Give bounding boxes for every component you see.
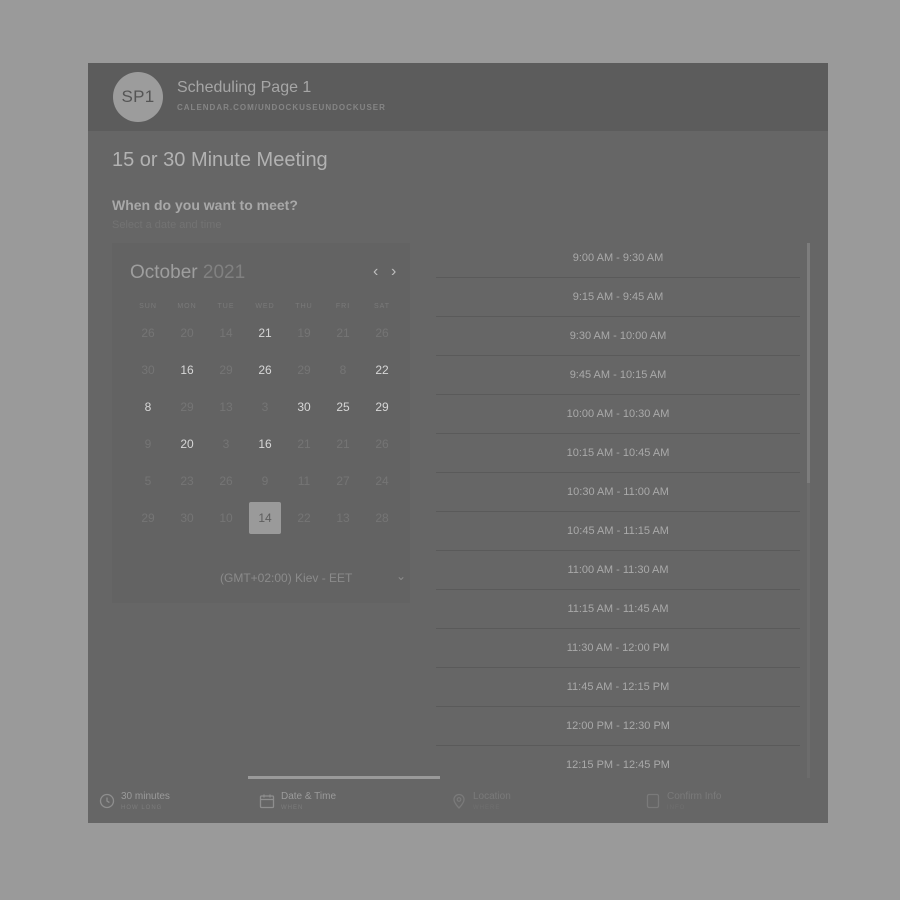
calendar-day: 14 — [219, 326, 233, 340]
calendar-day: 13 — [336, 511, 350, 525]
calendar-day: 28 — [375, 511, 389, 525]
active-step-indicator — [248, 776, 440, 779]
available-day[interactable]: 16 — [171, 354, 203, 386]
time-slot[interactable]: 10:30 AM - 11:00 AM — [436, 477, 800, 512]
step-label: Confirm Info — [667, 791, 722, 802]
calendar-day: 26 — [141, 326, 155, 340]
calendar-day: 9 — [261, 474, 269, 488]
available-day[interactable]: 22 — [366, 354, 398, 386]
scheduling-card: SP1 Scheduling Page 1 CALENDAR.COM/UNDOC… — [88, 63, 828, 823]
weekday-label: SUN — [139, 303, 157, 310]
calendar-day: 26 — [375, 326, 389, 340]
calendar-day: 8 — [339, 363, 347, 377]
time-slot[interactable]: 11:15 AM - 11:45 AM — [436, 594, 800, 629]
available-day[interactable]: 8 — [132, 391, 164, 423]
chevron-down-icon[interactable]: ⌄ — [396, 569, 406, 583]
time-slot[interactable]: 11:45 AM - 12:15 PM — [436, 672, 800, 707]
calendar-day: 30 — [180, 511, 194, 525]
available-day[interactable]: 20 — [171, 428, 203, 460]
calendar-day: 20 — [180, 326, 194, 340]
when-question: When do you want to meet? — [112, 197, 298, 213]
meeting-title: 15 or 30 Minute Meeting — [112, 149, 328, 171]
calendar-day: 13 — [219, 400, 233, 414]
clock-icon — [99, 793, 115, 814]
time-slot[interactable]: 12:00 PM - 12:30 PM — [436, 711, 800, 746]
location-pin-icon — [451, 793, 467, 814]
month-year-heading: October 2021 — [130, 262, 245, 284]
available-day[interactable]: 29 — [366, 391, 398, 423]
weekday-label: MON — [177, 303, 197, 310]
time-slot[interactable]: 10:15 AM - 10:45 AM — [436, 438, 800, 473]
calendar-day: 30 — [141, 363, 155, 377]
available-day[interactable]: 25 — [327, 391, 359, 423]
weekday-label: THU — [295, 303, 313, 310]
page-header: SP1 Scheduling Page 1 CALENDAR.COM/UNDOC… — [88, 63, 828, 131]
calendar-day: 22 — [297, 511, 311, 525]
calendar-day: 19 — [297, 326, 311, 340]
calendar-day: 21 — [336, 437, 350, 451]
month-label: October — [130, 262, 198, 283]
calendar-day: 29 — [297, 363, 311, 377]
time-slot[interactable]: 9:00 AM - 9:30 AM — [436, 243, 800, 278]
time-slot[interactable]: 12:15 PM - 12:45 PM — [436, 750, 800, 778]
calendar-day: 24 — [375, 474, 389, 488]
scheduling-page-name: Scheduling Page 1 — [177, 79, 312, 96]
calendar-day: 11 — [297, 474, 311, 488]
calendar-day: 10 — [219, 511, 233, 525]
calendar-day: 5 — [144, 474, 152, 488]
time-slot[interactable]: 9:45 AM - 10:15 AM — [436, 360, 800, 395]
available-day[interactable]: 21 — [249, 317, 281, 349]
document-icon — [645, 793, 661, 814]
calendar-day: 29 — [141, 511, 155, 525]
step-label: Date & Time — [281, 791, 337, 802]
calendar-day: 27 — [336, 474, 350, 488]
selected-day[interactable]: 14 — [249, 502, 281, 534]
step-sublabel: INFO — [667, 805, 686, 811]
time-slot[interactable]: 9:15 AM - 9:45 AM — [436, 282, 800, 317]
time-slot[interactable]: 11:30 AM - 12:00 PM — [436, 633, 800, 668]
available-day[interactable]: 26 — [249, 354, 281, 386]
calendar-day: 26 — [219, 474, 233, 488]
time-slot[interactable]: 9:30 AM - 10:00 AM — [436, 321, 800, 356]
calendar-icon — [259, 793, 275, 814]
available-day[interactable]: 30 — [288, 391, 320, 423]
available-day[interactable]: 16 — [249, 428, 281, 460]
calendar-day: 29 — [180, 400, 194, 414]
time-slot[interactable]: 11:00 AM - 11:30 AM — [436, 555, 800, 590]
select-hint: Select a date and time — [112, 219, 222, 231]
time-slot[interactable]: 10:45 AM - 11:15 AM — [436, 516, 800, 551]
year-label: 2021 — [202, 262, 246, 283]
step-label: 30 minutes — [121, 791, 170, 802]
calendar-panel: October 2021 ‹ › SUN MON TUE WED THU FRI SAT 26… — [112, 243, 410, 603]
timezone-select[interactable]: (GMT+02:00) Kiev - EET — [220, 571, 352, 585]
step-label: Location — [473, 791, 511, 802]
calendar-day: 21 — [297, 437, 311, 451]
step-sublabel: WHERE — [473, 805, 501, 811]
weekday-label: WED — [255, 303, 275, 310]
calendar-day: 21 — [336, 326, 350, 340]
calendar-day: 23 — [180, 474, 194, 488]
step-sublabel: HOW LONG — [121, 805, 163, 811]
calendar-day: 29 — [219, 363, 233, 377]
weekday-label: TUE — [217, 303, 235, 310]
weekday-label: SAT — [373, 303, 391, 310]
chevron-left-icon[interactable]: ‹ — [373, 263, 378, 281]
calendar-day: 9 — [144, 437, 152, 451]
calendar-day: 3 — [261, 400, 269, 414]
calendar-day: 26 — [375, 437, 389, 451]
time-slot-list: 9:00 AM - 9:30 AM 9:15 AM - 9:45 AM 9:30 A… — [436, 243, 800, 778]
chevron-right-icon[interactable]: › — [391, 263, 396, 281]
step-sublabel: WHEN — [281, 805, 304, 811]
calendar-day: 3 — [222, 437, 230, 451]
avatar: SP1 — [113, 72, 163, 122]
scrollbar-thumb[interactable] — [807, 243, 810, 483]
time-slot[interactable]: 10:00 AM - 10:30 AM — [436, 399, 800, 434]
weekday-label: FRI — [335, 303, 351, 310]
scheduling-page-url[interactable]: CALENDAR.COM/UNDOCKUSEUNDOCKUSER — [177, 103, 386, 112]
